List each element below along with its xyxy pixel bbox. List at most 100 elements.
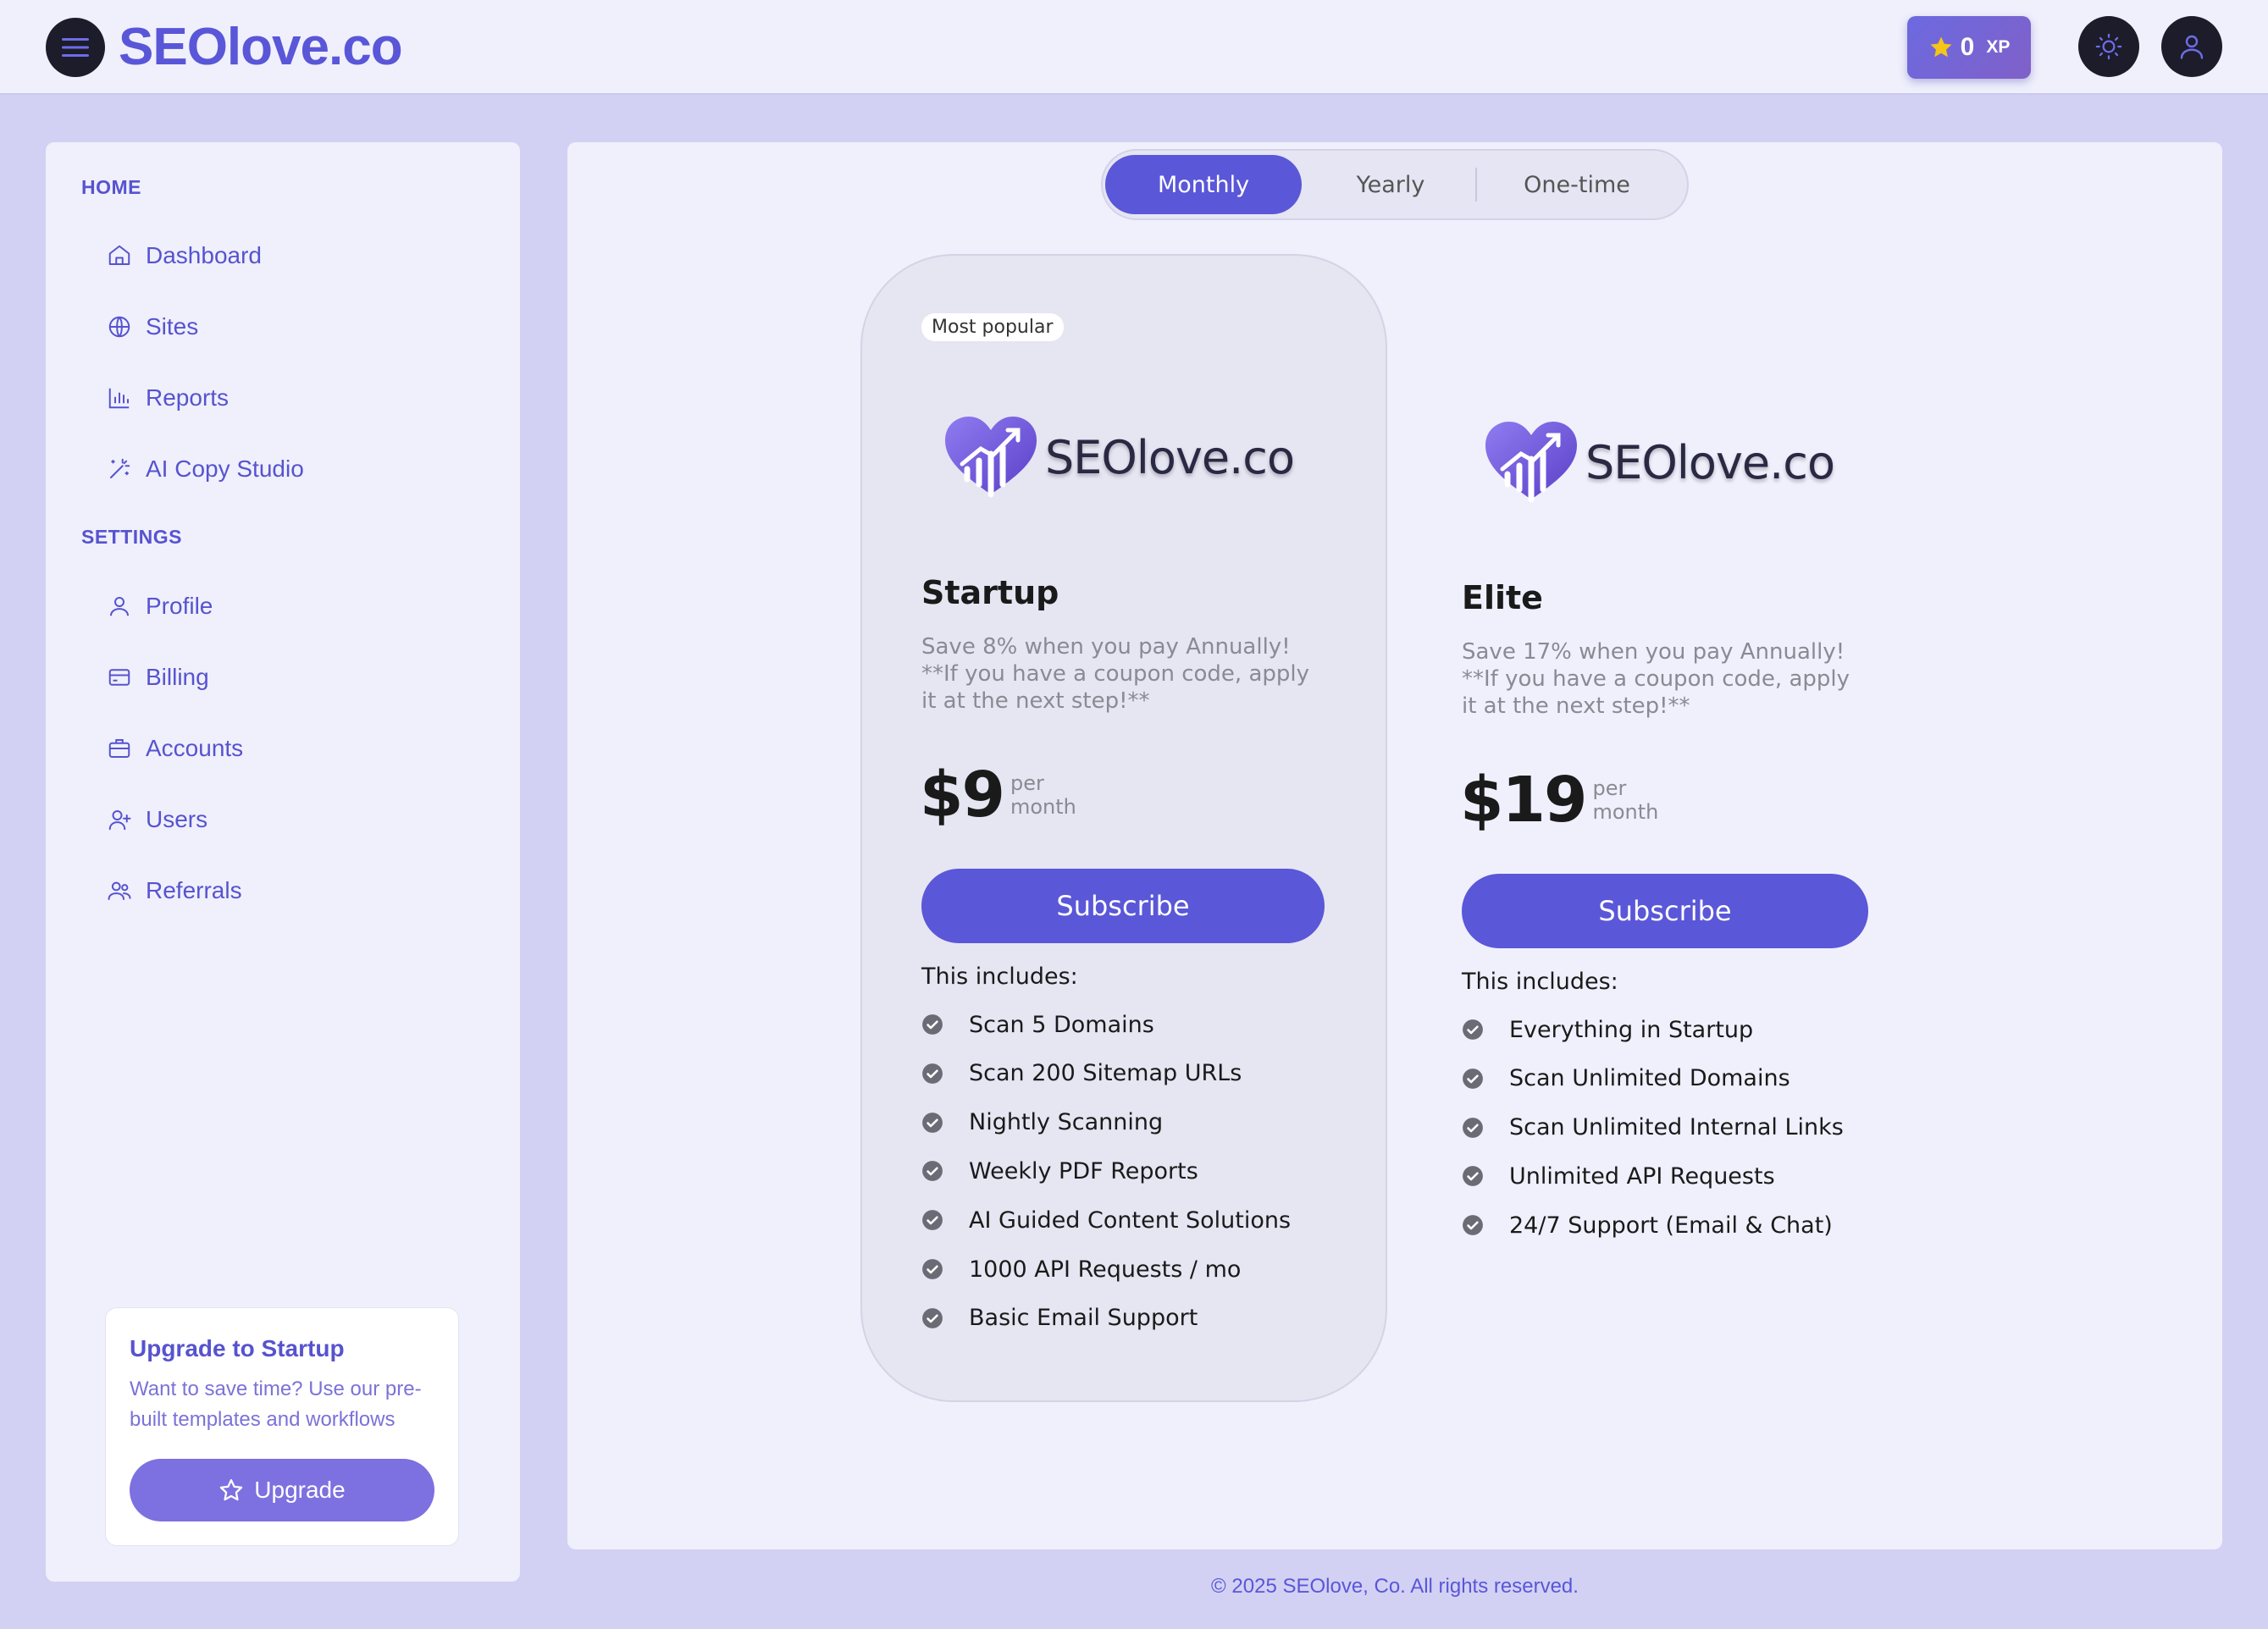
sidebar-item-label: Sites [146, 313, 199, 340]
hamburger-icon [62, 38, 89, 57]
sidebar-item-referrals[interactable]: Referrals [107, 871, 242, 910]
price-period-unit: month [1592, 800, 1659, 824]
user-plus-icon [108, 810, 131, 831]
includes-label: This includes: [921, 964, 1078, 990]
check-circle-icon [922, 1161, 943, 1182]
logo-text: SEOlove.co [1045, 430, 1295, 484]
heart-chart-logo-icon [945, 417, 1037, 498]
upgrade-button-label: Upgrade [254, 1477, 346, 1503]
sidebar-item-users[interactable]: Users [107, 800, 207, 839]
check-circle-icon [1463, 1019, 1483, 1040]
xp-label: XP [1986, 37, 2011, 57]
settings-section-title: SETTINGS [81, 526, 183, 548]
feature-item: Nightly Scanning [921, 1106, 1163, 1140]
sidebar-item-accounts[interactable]: Accounts [107, 729, 243, 768]
feature-item: Scan 5 Domains [921, 1008, 1154, 1041]
subscribe-button-elite[interactable]: Subscribe [1462, 874, 1868, 948]
feature-label: AI Guided Content Solutions [969, 1207, 1292, 1234]
star-outline-icon [220, 1479, 243, 1501]
feature-label: Scan 200 Sitemap URLs [969, 1060, 1242, 1087]
feature-label: Scan 5 Domains [969, 1011, 1154, 1038]
feature-item: 24/7 Support (Email & Chat) [1462, 1208, 1833, 1242]
feature-item: Scan Unlimited Internal Links [1462, 1111, 1844, 1145]
check-circle-icon [1463, 1068, 1483, 1089]
plan-price: $19 per month [1460, 764, 1658, 837]
menu-button[interactable] [46, 18, 105, 77]
price-amount: $19 [1460, 764, 1587, 837]
feature-label: Scan Unlimited Domains [1509, 1065, 1790, 1092]
check-circle-icon [1463, 1215, 1483, 1236]
plan-description: Save 17% when you pay Annually! **If you… [1462, 639, 1850, 719]
top-bar: SEOlove.co 0 XP [0, 0, 2268, 95]
sidebar-item-label: Referrals [146, 877, 242, 903]
feature-item: AI Guided Content Solutions [921, 1203, 1291, 1237]
feature-item: Scan Unlimited Domains [1462, 1062, 1790, 1096]
upgrade-button[interactable]: Upgrade [130, 1459, 434, 1521]
sidebar-item-billing[interactable]: Billing [107, 658, 209, 697]
feature-label: Basic Email Support [969, 1305, 1198, 1332]
users-icon [108, 881, 131, 900]
feature-item: Weekly PDF Reports [921, 1154, 1198, 1188]
sidebar-item-ai-copy-studio[interactable]: AI Copy Studio [107, 450, 304, 489]
toggle-divider [1475, 168, 1477, 202]
price-period: per month [1010, 771, 1076, 819]
toggle-monthly[interactable]: Monthly [1105, 155, 1302, 214]
upgrade-text: Want to save time? Use our pre-built tem… [130, 1378, 422, 1431]
star-icon [1930, 36, 1952, 58]
includes-label: This includes: [1462, 969, 1618, 995]
feature-label: Everything in Startup [1509, 1016, 1754, 1043]
credit-card-icon [108, 669, 130, 686]
plan-price: $9 per month [920, 759, 1076, 831]
globe-icon [108, 316, 130, 338]
sidebar-item-label: Reports [146, 384, 230, 411]
sidebar-item-label: Profile [146, 593, 213, 619]
price-period-unit: month [1010, 795, 1076, 819]
brand-logo[interactable]: SEOlove.co [119, 17, 403, 78]
home-icon [108, 245, 130, 265]
price-per: per [1010, 771, 1044, 795]
feature-item: Basic Email Support [921, 1301, 1198, 1335]
check-circle-icon [1463, 1117, 1483, 1138]
user-menu-button[interactable] [2161, 16, 2222, 77]
magic-wand-icon [110, 458, 130, 478]
user-icon [110, 597, 129, 616]
check-circle-icon [1463, 1166, 1483, 1187]
sidebar-item-profile[interactable]: Profile [107, 587, 213, 626]
price-period: per month [1592, 776, 1658, 824]
sun-icon [2095, 33, 2122, 60]
sidebar-item-dashboard[interactable]: Dashboard [107, 236, 262, 275]
xp-badge[interactable]: 0 XP [1907, 16, 2031, 79]
pricing-panel: Monthly Yearly One-time Most popular SEO… [567, 142, 2222, 1549]
feature-label: Nightly Scanning [969, 1109, 1164, 1136]
check-circle-icon [922, 1063, 943, 1084]
feature-label: 1000 API Requests / mo [969, 1256, 1242, 1283]
feature-label: Weekly PDF Reports [969, 1157, 1198, 1184]
sidebar-item-label: Users [146, 806, 208, 832]
check-circle-icon [922, 1259, 943, 1279]
sidebar-item-reports[interactable]: Reports [107, 378, 229, 417]
feature-label: Scan Unlimited Internal Links [1509, 1114, 1844, 1141]
plan-logo: SEOlove.co [1482, 418, 1835, 506]
sidebar-item-sites[interactable]: Sites [107, 307, 198, 346]
plan-description: Save 8% when you pay Annually! **If you … [921, 634, 1309, 714]
heart-chart-logo-icon [1485, 422, 1577, 503]
check-circle-icon [922, 1210, 943, 1231]
subscribe-button-startup[interactable]: Subscribe [921, 869, 1325, 943]
footer-copyright: © 2025 SEOlove, Co. All rights reserved. [1211, 1575, 1579, 1598]
bar-chart-icon [108, 388, 130, 409]
sidebar-item-label: AI Copy Studio [146, 456, 304, 482]
sidebar-item-label: Dashboard [146, 242, 262, 268]
sidebar-item-label: Accounts [146, 735, 244, 761]
toggle-yearly[interactable]: Yearly [1306, 155, 1475, 214]
theme-toggle-button[interactable] [2078, 16, 2139, 77]
upgrade-card: Upgrade to Startup Want to save time? Us… [105, 1307, 459, 1546]
feature-item: 1000 API Requests / mo [921, 1252, 1241, 1286]
sidebar-item-label: Billing [146, 664, 209, 690]
plan-name: Elite [1462, 579, 1543, 616]
feature-label: Unlimited API Requests [1509, 1162, 1775, 1190]
logo-text: SEOlove.co [1585, 435, 1835, 489]
sidebar: HOME Dashboard Sites Reports AI Copy Stu… [46, 142, 520, 1582]
feature-item: Unlimited API Requests [1462, 1159, 1775, 1193]
plan-logo: SEOlove.co [942, 413, 1295, 501]
toggle-one-time[interactable]: One-time [1480, 155, 1674, 214]
